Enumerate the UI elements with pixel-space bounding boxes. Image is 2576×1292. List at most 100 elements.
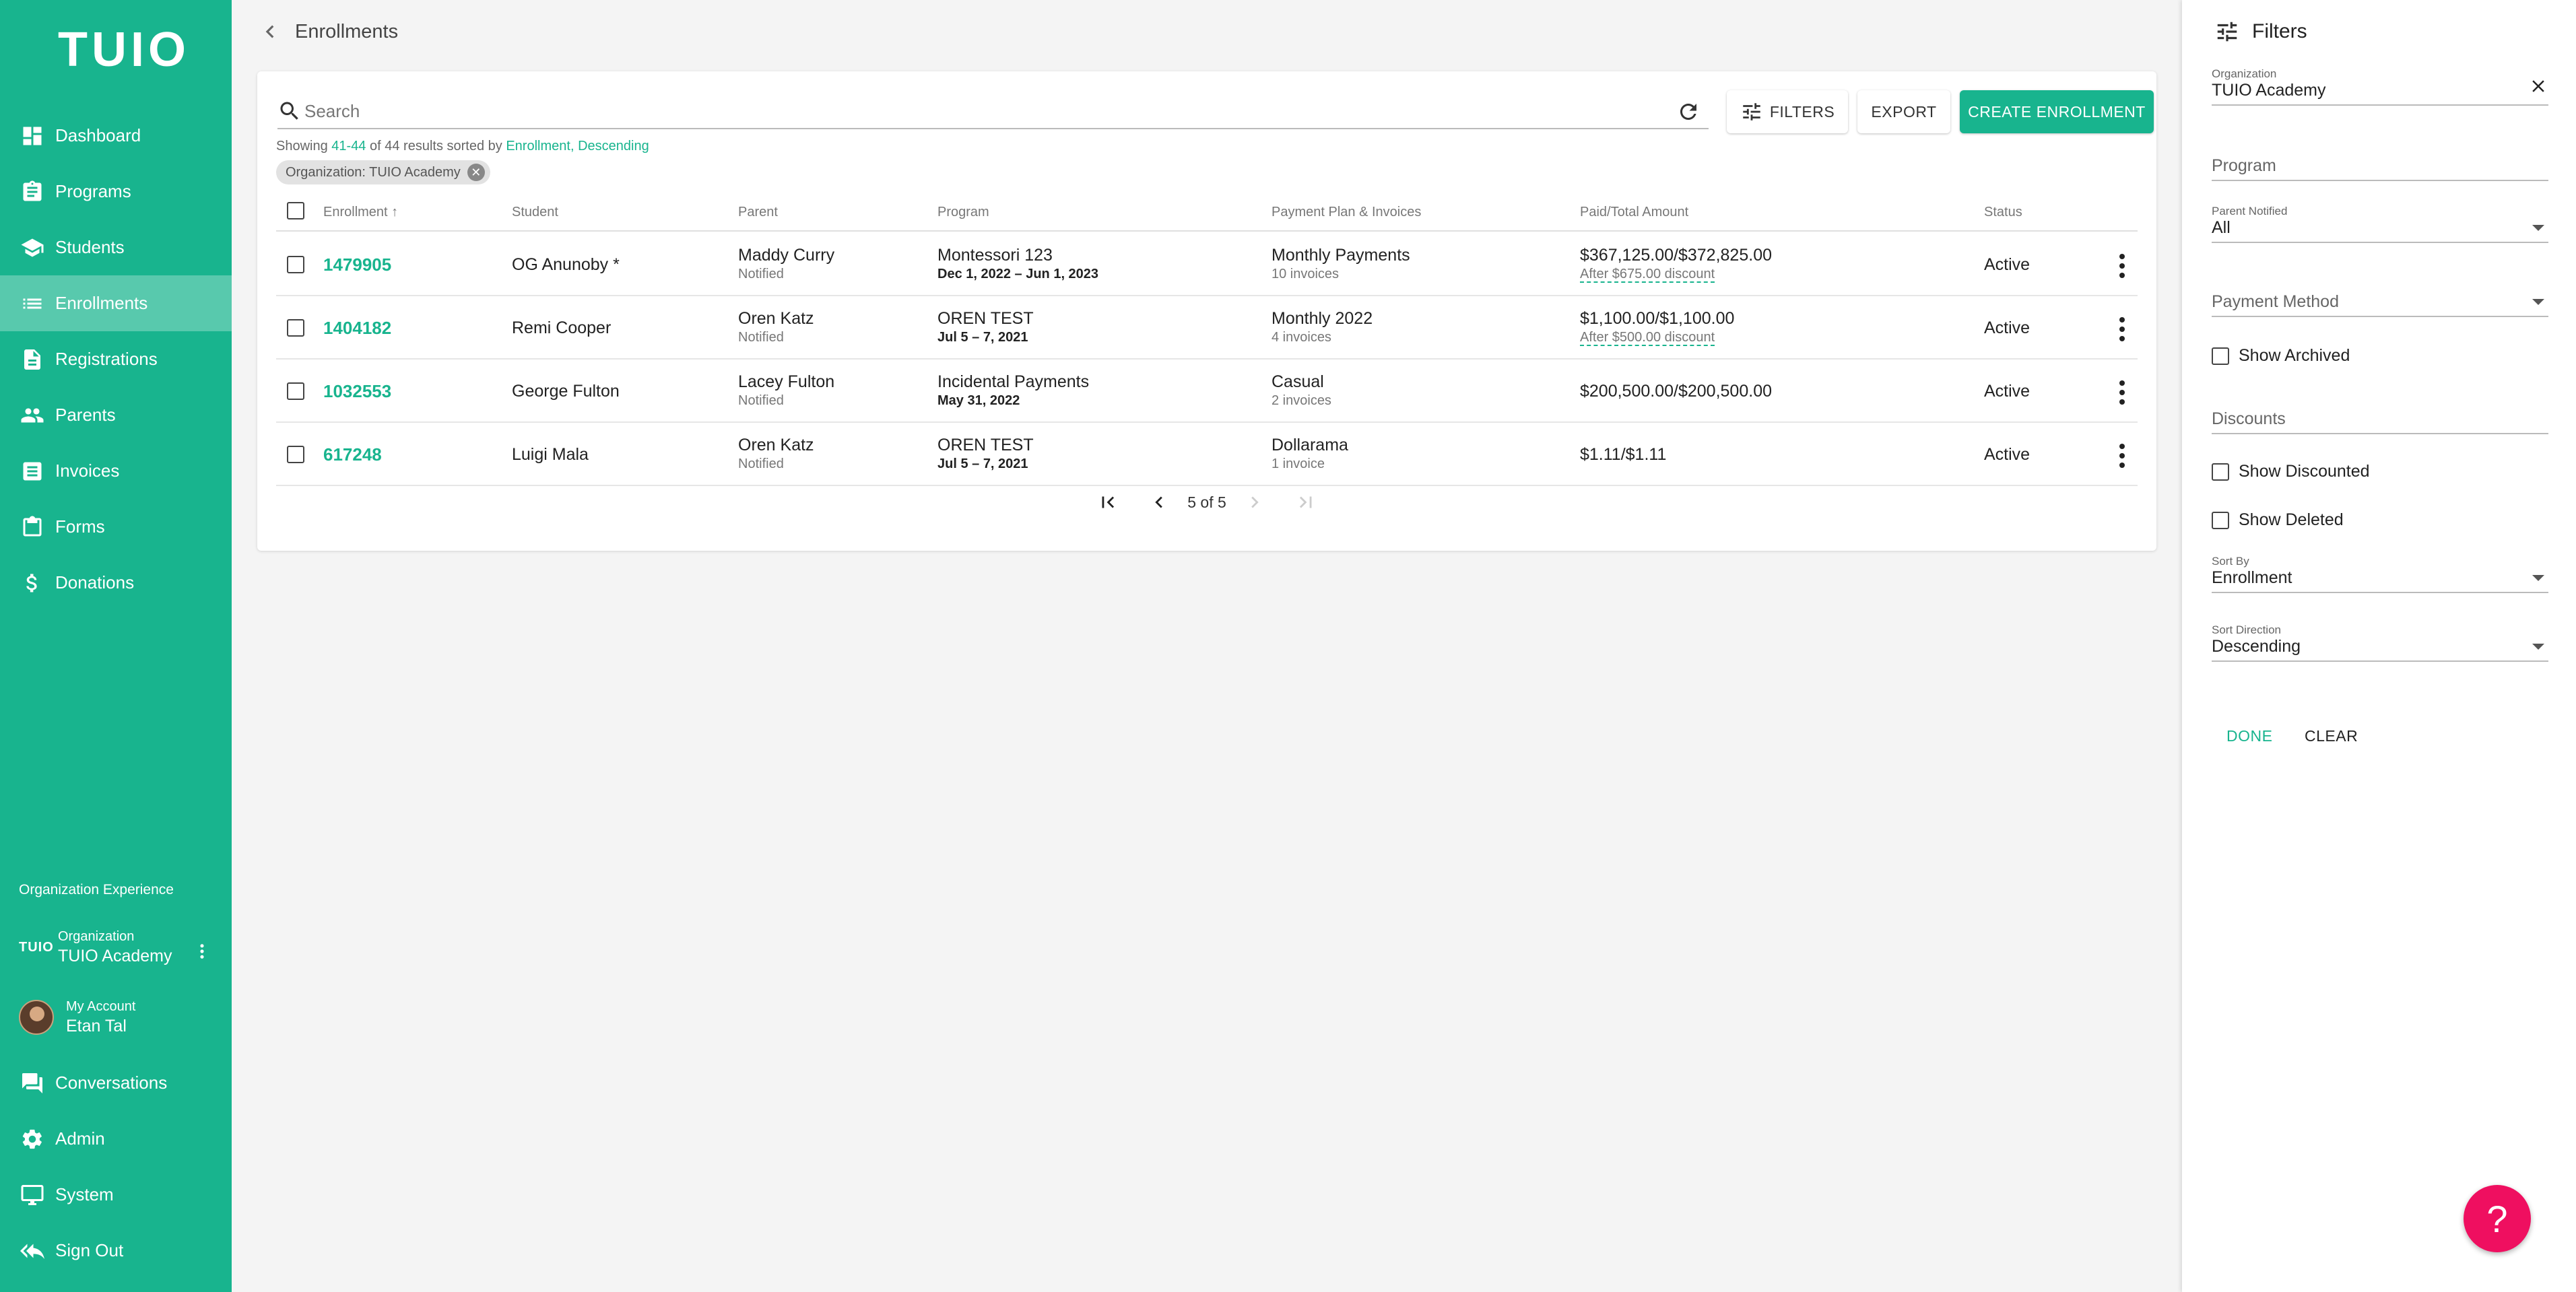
parent-name: Lacey Fulton bbox=[738, 372, 835, 391]
chip-label: Organization: TUIO Academy bbox=[286, 164, 461, 180]
first-page-button[interactable] bbox=[1094, 489, 1121, 516]
my-account[interactable]: My Account Etan Tal bbox=[19, 998, 135, 1037]
dashboard-icon bbox=[23, 127, 42, 145]
student-name: Remi Cooper bbox=[512, 318, 612, 337]
more-vert-icon[interactable] bbox=[2119, 442, 2125, 469]
organization-field[interactable]: Organization TUIO Academy bbox=[2212, 67, 2548, 106]
search-input[interactable] bbox=[304, 100, 1618, 122]
sidebar-item-invoices[interactable]: Invoices bbox=[0, 443, 232, 499]
enrollment-link[interactable]: 1032553 bbox=[323, 381, 391, 402]
previous-page-button[interactable] bbox=[1146, 489, 1173, 516]
done-button[interactable]: DONE bbox=[2226, 727, 2272, 745]
sort-by-select[interactable]: Sort By Enrollment bbox=[2212, 555, 2548, 593]
field-value: TUIO Academy bbox=[2212, 81, 2326, 100]
checkbox[interactable] bbox=[2212, 347, 2229, 365]
plan-name: Monthly Payments bbox=[1272, 246, 1410, 265]
results-separator: , bbox=[570, 139, 574, 154]
column-header-payment-plan[interactable]: Payment Plan & Invoices bbox=[1272, 205, 1421, 220]
chevron-right-icon bbox=[1251, 496, 1259, 508]
sidebar-item-conversations[interactable]: Conversations bbox=[0, 1055, 232, 1111]
sidebar-item-system[interactable]: System bbox=[0, 1167, 232, 1223]
discount-note[interactable]: After $675.00 discount bbox=[1580, 267, 1715, 283]
field-placeholder: Program bbox=[2212, 156, 2276, 175]
enrollment-link[interactable]: 1404182 bbox=[323, 318, 391, 339]
sidebar: TUIO Dashboard Programs Students Enrollm… bbox=[0, 0, 232, 1292]
select-all-checkbox[interactable] bbox=[287, 202, 304, 219]
last-page-button[interactable] bbox=[1292, 489, 1319, 516]
sidebar-item-enrollments[interactable]: Enrollments bbox=[0, 275, 232, 331]
sidebar-item-programs[interactable]: Programs bbox=[0, 164, 232, 219]
organization-experience-heading: Organization Experience bbox=[19, 882, 174, 897]
receipt-icon bbox=[23, 462, 42, 480]
show-archived-checkbox[interactable]: Show Archived bbox=[2212, 346, 2350, 366]
parent-name: Maddy Curry bbox=[738, 246, 835, 265]
more-vert-icon[interactable] bbox=[2119, 378, 2125, 405]
row-checkbox[interactable] bbox=[287, 319, 304, 337]
row-checkbox[interactable] bbox=[287, 446, 304, 463]
discounts-field[interactable]: Discounts bbox=[2212, 409, 2548, 434]
tuio-logo[interactable]: TUIO bbox=[58, 26, 190, 74]
create-enrollment-button[interactable]: CREATE ENROLLMENT bbox=[1960, 90, 2154, 133]
close-icon[interactable] bbox=[2528, 76, 2548, 96]
column-header-status[interactable]: Status bbox=[1984, 205, 2022, 220]
discount-note[interactable]: After $500.00 discount bbox=[1580, 330, 1715, 346]
student-name: Luigi Mala bbox=[512, 445, 589, 464]
show-discounted-checkbox[interactable]: Show Discounted bbox=[2212, 462, 2370, 481]
sidebar-item-forms[interactable]: Forms bbox=[0, 499, 232, 555]
organization-switcher[interactable]: TUIO Organization TUIO Academy bbox=[19, 928, 172, 967]
column-header-program[interactable]: Program bbox=[937, 205, 989, 220]
sidebar-item-donations[interactable]: Donations bbox=[0, 555, 232, 611]
chevron-left-icon[interactable] bbox=[257, 19, 283, 44]
sidebar-item-students[interactable]: Students bbox=[0, 219, 232, 275]
close-icon[interactable]: ✕ bbox=[467, 164, 485, 181]
program-cell: OREN TEST Jul 5 – 7, 2021 bbox=[937, 308, 1034, 346]
refresh-icon[interactable] bbox=[1676, 100, 1700, 124]
status-badge: Active bbox=[1984, 382, 2030, 401]
table-row[interactable]: 617248 Luigi Mala Oren Katz Notified ORE… bbox=[276, 423, 2138, 486]
column-header-parent[interactable]: Parent bbox=[738, 205, 778, 220]
sidebar-item-registrations[interactable]: Registrations bbox=[0, 331, 232, 387]
row-checkbox[interactable] bbox=[287, 256, 304, 273]
parent-status: Notified bbox=[738, 456, 784, 471]
parent-notified-select[interactable]: Parent Notified All bbox=[2212, 205, 2548, 243]
sidebar-item-label: Donations bbox=[55, 572, 135, 592]
enrollment-link[interactable]: 617248 bbox=[323, 444, 382, 465]
next-page-button[interactable] bbox=[1241, 489, 1268, 516]
column-header-paid-total[interactable]: Paid/Total Amount bbox=[1580, 205, 1688, 220]
enrollments-card: FILTERS EXPORT CREATE ENROLLMENT Showing… bbox=[257, 71, 2156, 551]
program-cell: Montessori 123 Dec 1, 2022 – Jun 1, 2023 bbox=[937, 245, 1098, 283]
export-button[interactable]: EXPORT bbox=[1857, 90, 1950, 133]
program-dates: Jul 5 – 7, 2021 bbox=[937, 330, 1028, 345]
program-dates: May 31, 2022 bbox=[937, 393, 1020, 408]
sidebar-item-admin[interactable]: Admin bbox=[0, 1111, 232, 1167]
sidebar-item-parents[interactable]: Parents bbox=[0, 387, 232, 443]
help-button[interactable]: ? bbox=[2464, 1185, 2531, 1252]
more-vert-icon[interactable] bbox=[193, 938, 211, 965]
sort-direction-link[interactable]: Descending bbox=[578, 139, 649, 154]
page-title: Enrollments bbox=[295, 20, 399, 42]
row-checkbox[interactable] bbox=[287, 382, 304, 400]
table-row[interactable]: 1479905 OG Anunoby * Maddy Curry Notifie… bbox=[276, 233, 2138, 296]
sort-direction-select[interactable]: Sort Direction Descending bbox=[2212, 623, 2548, 662]
column-header-enrollment[interactable]: Enrollment ↑ bbox=[323, 205, 398, 220]
payment-method-select[interactable]: Payment Method bbox=[2212, 292, 2548, 317]
account-label: My Account bbox=[66, 999, 136, 1014]
filters-button[interactable]: FILTERS bbox=[1727, 90, 1848, 133]
program-field[interactable]: Program bbox=[2212, 156, 2548, 181]
sidebar-item-label: Enrollments bbox=[55, 293, 148, 313]
column-header-student[interactable]: Student bbox=[512, 205, 558, 220]
table-row[interactable]: 1032553 George Fulton Lacey Fulton Notif… bbox=[276, 360, 2138, 423]
sort-field-link[interactable]: Enrollment bbox=[506, 139, 570, 154]
checkbox[interactable] bbox=[2212, 463, 2229, 481]
program-name: OREN TEST bbox=[937, 436, 1034, 454]
clear-button[interactable]: CLEAR bbox=[2305, 727, 2358, 745]
sidebar-item-sign-out[interactable]: Sign Out bbox=[0, 1223, 232, 1279]
sidebar-item-dashboard[interactable]: Dashboard bbox=[0, 108, 232, 164]
more-vert-icon[interactable] bbox=[2119, 252, 2125, 279]
table-row[interactable]: 1404182 Remi Cooper Oren Katz Notified O… bbox=[276, 296, 2138, 360]
checkbox[interactable] bbox=[2212, 511, 2229, 529]
checkbox-label: Show Deleted bbox=[2239, 510, 2344, 529]
enrollment-link[interactable]: 1479905 bbox=[323, 254, 391, 275]
show-deleted-checkbox[interactable]: Show Deleted bbox=[2212, 510, 2344, 530]
more-vert-icon[interactable] bbox=[2119, 315, 2125, 342]
